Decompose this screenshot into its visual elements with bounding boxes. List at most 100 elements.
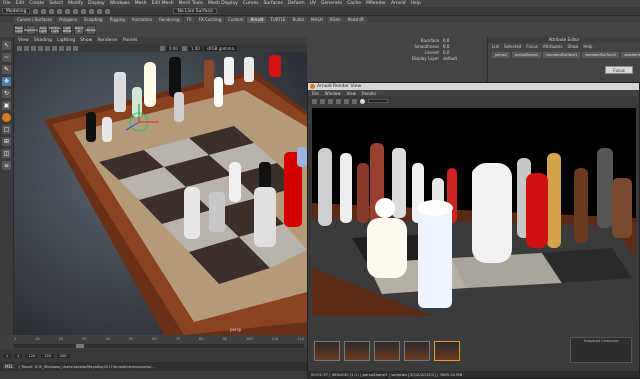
crop-icon[interactable] bbox=[336, 98, 341, 104]
layout-quad-icon[interactable]: ⊞ bbox=[2, 137, 11, 146]
gamma-icon[interactable] bbox=[181, 45, 187, 51]
snapshot-thumb[interactable] bbox=[374, 341, 400, 361]
xray-icon[interactable] bbox=[66, 45, 71, 51]
smooth-shade-icon[interactable] bbox=[38, 45, 43, 51]
object-tab[interactable]: perspShape2 bbox=[512, 52, 542, 58]
shelf-tab[interactable]: Sculpting bbox=[80, 16, 106, 23]
redo-icon[interactable] bbox=[57, 8, 63, 14]
snapshot-thumb[interactable] bbox=[344, 341, 370, 361]
shelf-button[interactable]: Skydome bbox=[24, 25, 38, 35]
channel-menu-item[interactable]: Show bbox=[568, 44, 579, 49]
mel-language-button[interactable]: MEL bbox=[3, 364, 16, 369]
wireframe-icon[interactable] bbox=[31, 45, 36, 51]
menu-item[interactable]: Mesh bbox=[135, 1, 147, 6]
menu-item[interactable]: File bbox=[3, 1, 11, 6]
lasso-tool-icon[interactable]: ~ bbox=[2, 53, 11, 62]
color-space-dropdown[interactable]: sRGB gamma bbox=[203, 45, 238, 51]
save-icon[interactable] bbox=[41, 8, 47, 14]
viewport-menu-item[interactable]: Show bbox=[80, 38, 92, 43]
exposure-slider[interactable] bbox=[368, 99, 388, 103]
menu-item[interactable]: Mesh Display bbox=[208, 1, 238, 6]
shelf-tab[interactable]: Rigging bbox=[106, 16, 128, 23]
range-field[interactable]: 120 bbox=[41, 353, 54, 358]
range-field[interactable]: 120 bbox=[25, 353, 39, 358]
select-icon[interactable] bbox=[65, 8, 71, 14]
viewport-menu-item[interactable]: Shading bbox=[34, 38, 52, 43]
shelf-tab[interactable]: FX bbox=[183, 16, 195, 23]
paint-tool-icon[interactable]: ✎ bbox=[2, 65, 11, 74]
render-menu-item[interactable]: View bbox=[346, 91, 356, 96]
ipr-icon[interactable] bbox=[105, 8, 111, 14]
menu-item[interactable]: Help bbox=[411, 1, 421, 6]
range-track[interactable] bbox=[14, 344, 304, 348]
stop-icon[interactable] bbox=[320, 98, 325, 104]
undo-icon[interactable] bbox=[49, 8, 55, 14]
shelf-tab[interactable]: Rendering bbox=[156, 16, 183, 23]
render-icon[interactable] bbox=[97, 8, 103, 14]
folder-icon[interactable] bbox=[33, 8, 39, 14]
attribute-value[interactable]: 0.0 bbox=[443, 50, 449, 55]
attribute-value[interactable]: 0.0 bbox=[443, 44, 449, 49]
mode-dropdown[interactable]: Modeling bbox=[2, 8, 31, 14]
snap-grid-icon[interactable] bbox=[73, 8, 79, 14]
render-image[interactable] bbox=[312, 108, 636, 316]
exposure-value[interactable]: 0.00 bbox=[167, 45, 180, 51]
channel-menu-item[interactable]: Focus bbox=[526, 44, 537, 49]
shelf-tab[interactable]: Curves / Surfaces bbox=[14, 16, 56, 23]
viewport-menu-item[interactable]: Panels bbox=[123, 38, 137, 43]
gamma-value[interactable]: 1.00 bbox=[188, 45, 202, 51]
object-tab[interactable]: standardSurface3 bbox=[621, 52, 640, 58]
shadows-icon[interactable] bbox=[59, 45, 64, 51]
shelf-tab[interactable]: Bullet bbox=[289, 16, 308, 23]
range-field[interactable]: 1 bbox=[3, 353, 12, 358]
lut-icon[interactable] bbox=[352, 98, 357, 104]
shelf-tab[interactable]: XGen bbox=[326, 16, 344, 23]
shelf-tab[interactable]: Animation bbox=[128, 16, 156, 23]
object-tab[interactable]: persp1 bbox=[492, 52, 511, 58]
range-field[interactable]: 200 bbox=[56, 353, 70, 358]
perspective-viewport[interactable] bbox=[14, 52, 307, 335]
grid-icon[interactable] bbox=[24, 45, 29, 51]
menu-item[interactable]: Windows bbox=[110, 1, 130, 6]
menu-item[interactable]: Create bbox=[29, 1, 44, 6]
menu-item[interactable]: MRender bbox=[366, 1, 386, 6]
shelf-tab[interactable]: FX Caching bbox=[195, 16, 225, 23]
layout-two-icon[interactable]: ◫ bbox=[2, 149, 11, 158]
channel-menu-item[interactable]: List bbox=[492, 44, 499, 49]
menu-item[interactable]: Generate bbox=[321, 1, 342, 6]
channel-icon[interactable] bbox=[344, 98, 349, 104]
menu-item[interactable]: UV bbox=[310, 1, 316, 6]
snap-curve-icon[interactable] bbox=[81, 8, 87, 14]
menu-item[interactable]: Display bbox=[88, 1, 105, 6]
render-menu-item[interactable]: Window bbox=[325, 91, 341, 96]
shelf-tab[interactable]: MASH bbox=[308, 16, 326, 23]
render-menu-item[interactable]: Render bbox=[362, 91, 376, 96]
eye-icon[interactable] bbox=[360, 98, 365, 104]
channel-menu-item[interactable]: Selected bbox=[504, 44, 521, 49]
playhead[interactable] bbox=[76, 344, 84, 348]
shelf-button[interactable]: Light Portal bbox=[62, 25, 72, 35]
object-tab[interactable]: standardSurface2 bbox=[582, 52, 620, 58]
snapshot-thumb-selected[interactable] bbox=[434, 341, 460, 361]
lights-icon[interactable] bbox=[52, 45, 57, 51]
shelf-button[interactable]: Area Light bbox=[38, 25, 48, 35]
snapshot-comment-box[interactable]: Snapshot Comment bbox=[570, 337, 632, 363]
shelf-tab[interactable]: Custom bbox=[225, 16, 247, 23]
channel-menu-item[interactable]: Attributes bbox=[543, 44, 563, 49]
shelf-button[interactable]: Mesh Light bbox=[14, 25, 24, 35]
shelf-button[interactable]: Stand In bbox=[74, 25, 84, 35]
menu-item[interactable]: Deform bbox=[288, 1, 305, 6]
range-field[interactable]: 1 bbox=[14, 353, 23, 358]
snapshot-thumb[interactable] bbox=[404, 341, 430, 361]
exposure-icon[interactable] bbox=[160, 45, 165, 51]
menu-item[interactable]: Cache bbox=[347, 1, 361, 6]
scale-tool-icon[interactable]: ▣ bbox=[2, 101, 11, 110]
shelf-tab[interactable]: Redshift bbox=[344, 16, 367, 23]
menu-item[interactable]: Modify bbox=[68, 1, 83, 6]
rotate-tool-icon[interactable]: ↻ bbox=[2, 89, 11, 98]
snapshot-thumb[interactable] bbox=[314, 341, 340, 361]
shelf-button[interactable]: Photom Light bbox=[49, 25, 61, 35]
snap-point-icon[interactable] bbox=[89, 8, 95, 14]
textured-icon[interactable] bbox=[45, 45, 50, 51]
attribute-value[interactable]: 0.0 bbox=[443, 38, 449, 43]
